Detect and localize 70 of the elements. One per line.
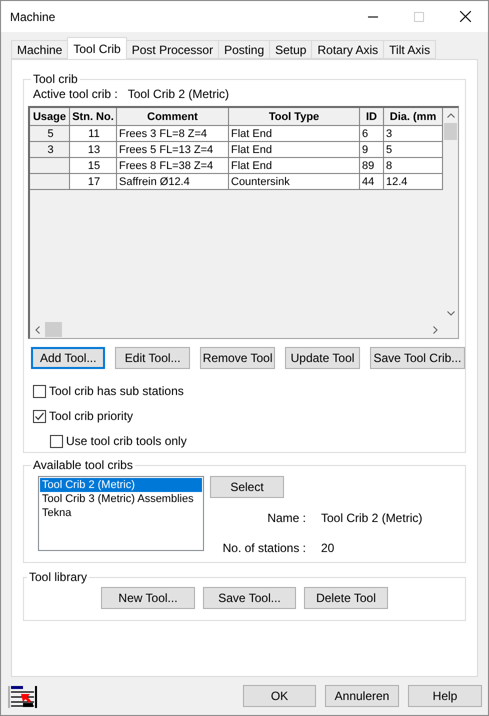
table-cell: 13 — [70, 142, 117, 158]
column-header[interactable]: ID — [360, 108, 384, 126]
field-value: Tool Crib 2 (Metric) — [128, 87, 230, 101]
table-cell: 89 — [360, 158, 384, 174]
table-cell: Frees 3 FL=8 Z=4 — [117, 126, 229, 142]
scrollbar-thumb[interactable] — [45, 322, 62, 337]
tool-table-icon — [8, 684, 39, 708]
tool-button[interactable]: Remove Tool — [200, 347, 276, 369]
field-value: 20 — [321, 541, 336, 555]
column-header[interactable]: Usage — [30, 108, 70, 126]
library-button[interactable]: Delete Tool — [304, 587, 388, 609]
field-label: Active tool crib : — [33, 87, 118, 101]
table-cell: 44 — [360, 174, 384, 190]
column-header[interactable]: Dia. (mm — [384, 108, 443, 126]
field-label: Name : — [266, 511, 306, 525]
checkbox-label: Tool crib has sub stations — [49, 384, 184, 398]
scrollbar-thumb[interactable] — [444, 123, 457, 140]
field-label: No. of stations : — [222, 541, 306, 555]
checkbox[interactable] — [50, 434, 63, 448]
table-cell: Flat End — [229, 158, 360, 174]
checkbox-label: Use tool crib tools only — [66, 434, 187, 448]
list-item[interactable]: Tool Crib 2 (Metric) — [40, 478, 202, 492]
table-cell: 9 — [360, 142, 384, 158]
table-cell: 5 — [384, 142, 443, 158]
tool-button[interactable]: Save Tool Crib... — [370, 347, 466, 369]
tab[interactable]: Setup — [269, 40, 312, 59]
field-value: Tool Crib 2 (Metric) — [321, 511, 424, 525]
dialog-button[interactable]: Annuleren — [325, 685, 399, 707]
table-cell: 8 — [384, 158, 443, 174]
table-cell: 11 — [70, 126, 117, 142]
table-cell: 17 — [70, 174, 117, 190]
tab[interactable]: Tool Crib — [67, 37, 127, 59]
checkbox[interactable] — [33, 410, 46, 422]
library-button[interactable]: Save Tool... — [203, 587, 296, 609]
dialog-button[interactable]: Help — [408, 685, 482, 707]
table-cell: 5 — [30, 126, 70, 142]
list-item[interactable]: Tekna — [40, 506, 202, 520]
column-header[interactable]: Comment — [117, 108, 229, 126]
tab[interactable]: Tilt Axis — [383, 40, 436, 59]
window-title: Machine — [10, 10, 56, 24]
table-cell: Frees 8 FL=38 Z=4 — [117, 158, 229, 174]
tab[interactable]: Post Processor — [126, 40, 220, 59]
checkbox-label: Tool crib priority — [49, 409, 134, 423]
column-header[interactable]: Tool Type — [229, 108, 360, 126]
column-header[interactable]: Stn. No. — [70, 108, 117, 126]
table-cell: Flat End — [229, 142, 360, 158]
list-item[interactable]: Tool Crib 3 (Metric) Assemblies — [40, 492, 202, 506]
tab[interactable]: Rotary Axis — [311, 40, 384, 59]
dialog-button[interactable]: OK — [243, 685, 316, 707]
group-title: Tool library — [28, 570, 88, 584]
tool-crib-list[interactable]: Tool Crib 2 (Metric) Tool Crib 3 (Metric) Assemblies Tekna — [38, 476, 204, 551]
select-button[interactable]: Select — [210, 476, 284, 498]
library-button[interactable]: New Tool... — [101, 587, 195, 609]
table-cell: Flat End — [229, 126, 360, 142]
table-cell: 15 — [70, 158, 117, 174]
table-cell: Frees 5 FL=13 Z=4 — [117, 142, 229, 158]
table-cell: 3 — [30, 142, 70, 158]
table-cell: Countersink — [229, 174, 360, 190]
tool-button[interactable]: Update Tool — [285, 347, 360, 369]
tool-button[interactable]: Add Tool... — [31, 347, 106, 369]
table-cell: 6 — [360, 126, 384, 142]
group-title: Tool crib — [32, 72, 79, 86]
checkbox[interactable] — [33, 384, 46, 398]
tool-button[interactable]: Edit Tool... — [115, 347, 190, 369]
tab[interactable]: Posting — [218, 40, 270, 59]
group-title: Available tool cribs — [32, 458, 134, 472]
table-cell: 3 — [384, 126, 443, 142]
table-cell: Saffrein Ø12.4 — [117, 174, 229, 190]
tab[interactable]: Machine — [11, 40, 68, 59]
table-cell: 12.4 — [384, 174, 443, 190]
